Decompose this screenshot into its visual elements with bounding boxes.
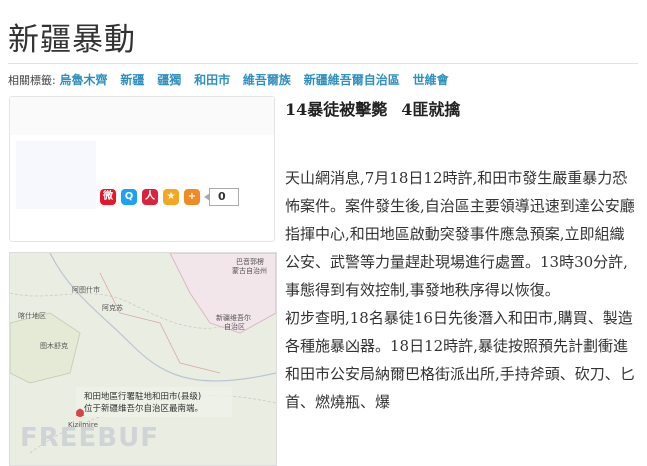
share-panel: 微 Q 人 ★ + 0 — [9, 96, 275, 242]
map-label: 自治区 — [224, 323, 245, 331]
weibo-icon[interactable]: 微 — [100, 189, 116, 205]
favorite-star-icon[interactable]: ★ — [163, 189, 179, 205]
location-map: 阿图什市 巴音郭楞 蒙古自治州 阿克苏 喀什地区 新疆维吾尔 自治区 图木舒克 … — [9, 252, 277, 466]
map-label: 阿图什市 — [72, 286, 100, 294]
image-placeholder — [16, 141, 96, 209]
page-title: 新疆暴動 — [8, 22, 136, 58]
share-toolbar: 微 Q 人 ★ + 0 — [100, 187, 239, 207]
plus-share-icon[interactable]: + — [184, 189, 200, 205]
title-divider — [8, 63, 638, 64]
tag-link[interactable]: 烏魯木齊 — [60, 73, 108, 87]
headline-part-2: 4匪就擒 — [401, 100, 461, 119]
headline-part-1: 14暴徒被擊斃 — [285, 100, 388, 119]
renren-icon[interactable]: 人 — [142, 189, 158, 205]
tags-label: 相關標籤: — [8, 74, 56, 87]
map-label: 图木舒克 — [40, 342, 68, 350]
map-label: 阿克苏 — [102, 304, 123, 312]
map-label: 蒙古自治州 — [232, 267, 267, 275]
qq-icon[interactable]: Q — [121, 189, 137, 205]
tag-link[interactable]: 維吾爾族 — [243, 73, 291, 87]
share-panel-header — [10, 97, 274, 135]
tag-link[interactable]: 新疆維吾爾自治區 — [304, 73, 400, 87]
related-tags: 相關標籤: 烏魯木齊 新疆 疆獨 和田市 維吾爾族 新疆維吾爾自治區 世維會 — [8, 71, 458, 90]
article-body: 天山網消息,7月18日12時許,和田市發生嚴重暴力恐怖案件。案件發生後,自治區主… — [285, 164, 637, 416]
article-headline: 14暴徒被擊斃 4匪就擒 — [285, 98, 460, 122]
tag-link[interactable]: 新疆 — [120, 73, 144, 87]
map-caption: 和田地區行署駐地和田市(县级) 位于新疆维吾尔自治区最南端。 — [84, 392, 204, 414]
article-paragraph: 初步查明,18名暴徒16日先後潛入和田市,購買、製造各種施暴凶器。18日12時許… — [285, 309, 635, 411]
tag-link[interactable]: 和田市 — [194, 73, 230, 87]
tag-link[interactable]: 疆獨 — [157, 73, 181, 87]
watermark-logo: FREEBUF — [20, 423, 159, 453]
share-count: 0 — [204, 188, 239, 206]
map-label: 喀什地区 — [18, 312, 46, 320]
tag-link[interactable]: 世維會 — [413, 73, 449, 87]
article-paragraph: 天山網消息,7月18日12時許,和田市發生嚴重暴力恐怖案件。案件發生後,自治區主… — [285, 169, 635, 299]
